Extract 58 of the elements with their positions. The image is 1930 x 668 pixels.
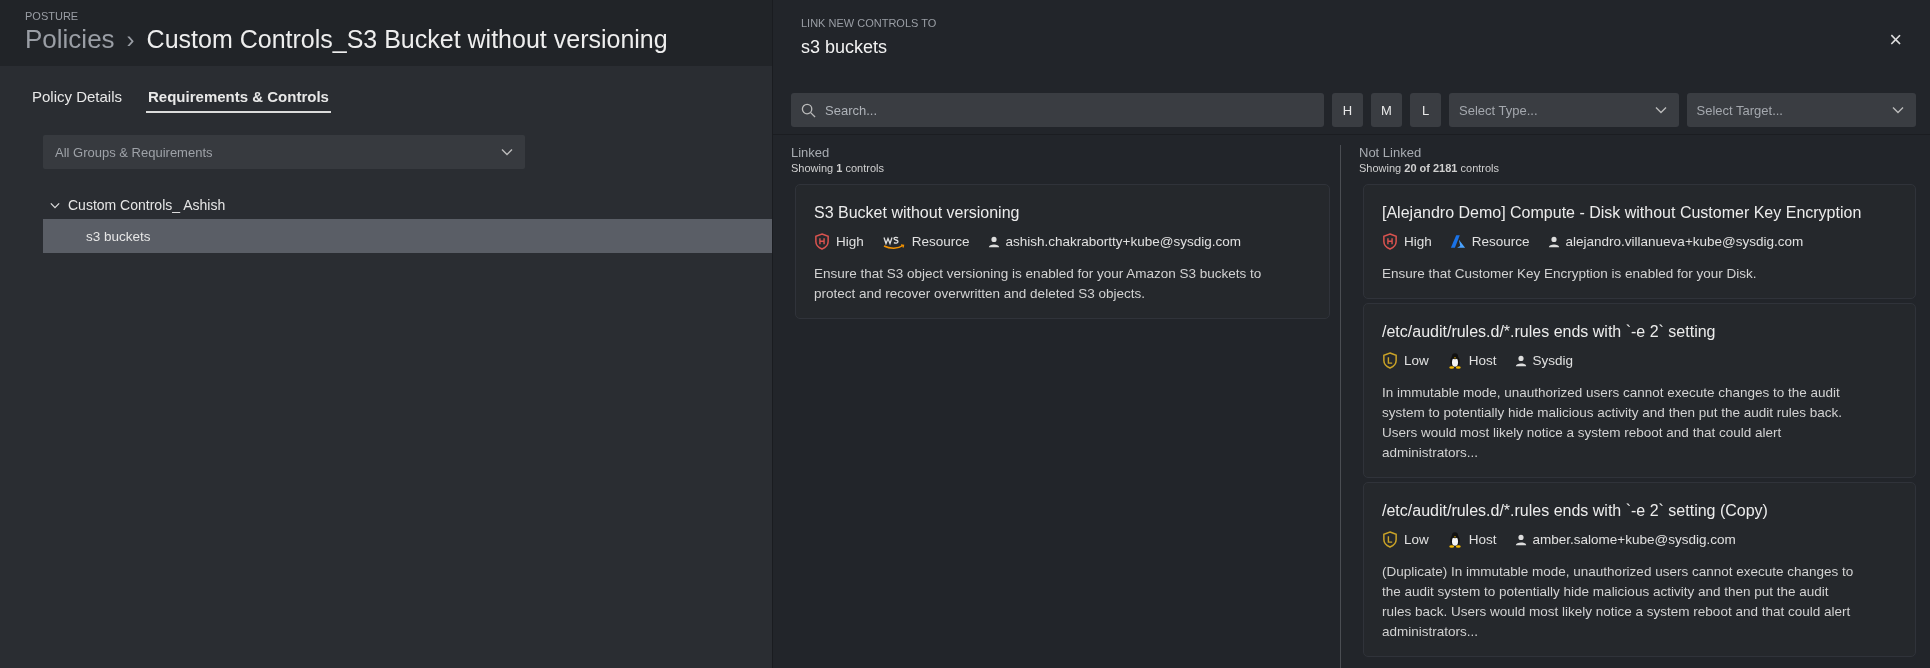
- severity-label: High: [1404, 234, 1432, 249]
- chevron-down-icon: [1654, 106, 1667, 114]
- control-card[interactable]: [1363, 482, 1916, 657]
- penguin-icon: [1446, 352, 1463, 369]
- author-label: Sysdig: [1532, 353, 1574, 368]
- drawer-caption: LINK NEW CONTROLS TO: [801, 17, 937, 29]
- tree-group[interactable]: Custom Controls_ Ashish: [50, 191, 772, 219]
- chevron-down-icon: [1892, 106, 1904, 114]
- user-icon: [1514, 354, 1527, 367]
- type-select[interactable]: Select Type...: [1449, 93, 1679, 127]
- control-description: Ensure that Customer Key Encryption is enabled for your Disk.: [1382, 265, 1758, 283]
- control-count: Showing 1 controls: [791, 162, 885, 174]
- control-description: Ensure that S3 object versioning is enabled for your Amazon S3 buckets to protect and recover overwritten and deleted S3 objects.: [814, 265, 1263, 303]
- tab[interactable]: Requirements & Controls: [146, 84, 331, 113]
- control-card[interactable]: [Alejandro Demo] Compute - Disk without Customer Key Encryption High Resource alejandro.villanueva+kube@sysdig.com Ensure that Customer Key Encryption is enabled for your Disk.: [1363, 184, 1916, 299]
- user-icon: [1514, 533, 1527, 546]
- control-title: S3 Bucket without versioning: [814, 203, 1021, 223]
- target-label: Host: [1468, 532, 1497, 547]
- severity-filter-button[interactable]: L: [1410, 93, 1441, 127]
- control-description: In immutable mode, unauthorized users cannot execute changes to the audit system to potentially hide malicious activity and then put the audit rules back. Users would most likely notice a system reboot and that could alert administrators...: [1382, 384, 1843, 462]
- target-label: Host: [1468, 353, 1497, 368]
- search-icon: [801, 103, 816, 118]
- control-count: Showing 20 of 2181 controls: [1359, 162, 1501, 174]
- page-title: Custom Controls_S3 Bucket without versioning: [146, 25, 668, 54]
- control-title: /etc/audit/rules.d/*.rules ends with `-e 2` setting: [1382, 322, 1717, 342]
- severity-filter-button[interactable]: M: [1371, 93, 1402, 127]
- search-field[interactable]: Search...: [791, 93, 1324, 127]
- target-label: Resource: [1471, 234, 1530, 249]
- tab[interactable]: Policy Details: [30, 84, 125, 113]
- control-card[interactable]: [795, 184, 1330, 319]
- tree-item[interactable]: s3 buckets: [43, 219, 772, 253]
- severity-label: Low: [1404, 353, 1429, 368]
- target-select[interactable]: Select Target...: [1686, 93, 1916, 127]
- section-label: POSTURE: [25, 10, 80, 22]
- target-label: Resource: [911, 234, 970, 249]
- column-heading: Not Linked: [1359, 145, 1423, 160]
- severity-filter-button[interactable]: H: [1332, 93, 1363, 127]
- user-icon: [1547, 235, 1560, 248]
- azure-logo-icon: [1449, 233, 1466, 250]
- control-title: /etc/audit/rules.d/*.rules ends with `-e 2` setting (Copy): [1382, 501, 1769, 521]
- close-button[interactable]: ×: [1885, 27, 1906, 53]
- breadcrumb-link[interactable]: Policies: [25, 24, 115, 55]
- group-filter-dropdown[interactable]: All Groups & Requirements: [43, 135, 525, 169]
- penguin-icon: [1446, 531, 1463, 548]
- user-icon: [987, 235, 1000, 248]
- control-description: (Duplicate) In immutable mode, unauthorized users cannot execute changes to the audit system to potentially hide malicious activity and then put the audit rules back. Users would most likely notice a system reboot and that could alert administrators...: [1382, 563, 1855, 641]
- author-label: ashish.chakrabortty+kube@sysdig.com: [1005, 234, 1241, 249]
- chevron-icon: [50, 201, 60, 209]
- author-label: alejandro.villanueva+kube@sysdig.com: [1565, 234, 1804, 249]
- breadcrumb-separator: ›: [126, 26, 135, 54]
- control-title: [Alejandro Demo] Compute - Disk without Customer Key Encryption: [1382, 203, 1863, 223]
- column-heading: Linked: [791, 145, 831, 160]
- control-card[interactable]: [1363, 303, 1916, 478]
- chevron-down-icon: [501, 148, 513, 156]
- drawer-title: s3 buckets: [801, 37, 889, 58]
- author-label: amber.salome+kube@sysdig.com: [1532, 532, 1736, 547]
- severity-label: Low: [1404, 532, 1429, 547]
- severity-label: High: [836, 234, 864, 249]
